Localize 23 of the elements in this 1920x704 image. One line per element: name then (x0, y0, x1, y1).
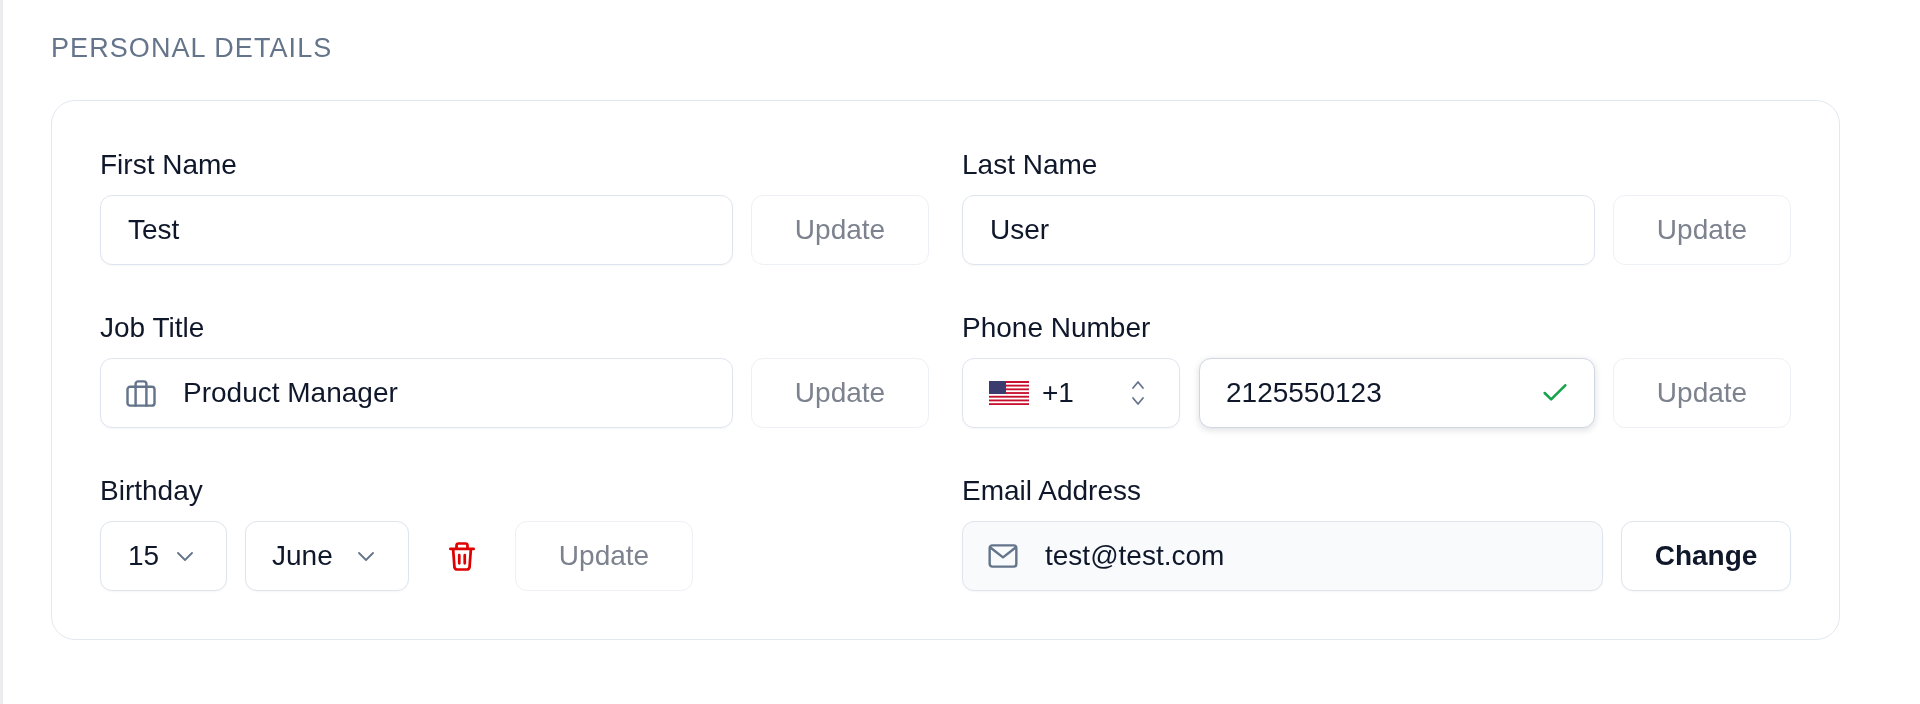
field-label: Phone Number (962, 312, 1151, 344)
change-button[interactable]: Change (1621, 521, 1791, 591)
month-select[interactable]: June (245, 521, 409, 591)
email-field[interactable]: test@test.com (962, 521, 1603, 591)
text-field[interactable]: Test (100, 195, 733, 265)
field-label: First Name (100, 149, 237, 181)
country-code-select[interactable]: +1 (962, 358, 1180, 428)
trash-icon[interactable] (449, 541, 475, 571)
day-select[interactable]: 15 (100, 521, 227, 591)
field-label: Last Name (962, 149, 1098, 181)
section-title: PERSONAL DETAILS (51, 32, 333, 64)
phone-number-field[interactable]: 2125550123 (1199, 358, 1595, 428)
text-field[interactable]: User (962, 195, 1595, 265)
chevron-down-icon (357, 551, 375, 561)
chevron-down-icon (176, 551, 194, 561)
flag-icon (989, 381, 1029, 405)
field-label: Email Address (962, 475, 1141, 507)
field-label: Birthday (100, 475, 203, 507)
briefcase-icon (126, 379, 156, 407)
field-label: Job Title (100, 312, 205, 344)
text-field[interactable]: Product Manager (100, 358, 733, 428)
mail-icon (988, 544, 1018, 568)
chevron-up-down-icon (1131, 380, 1145, 406)
